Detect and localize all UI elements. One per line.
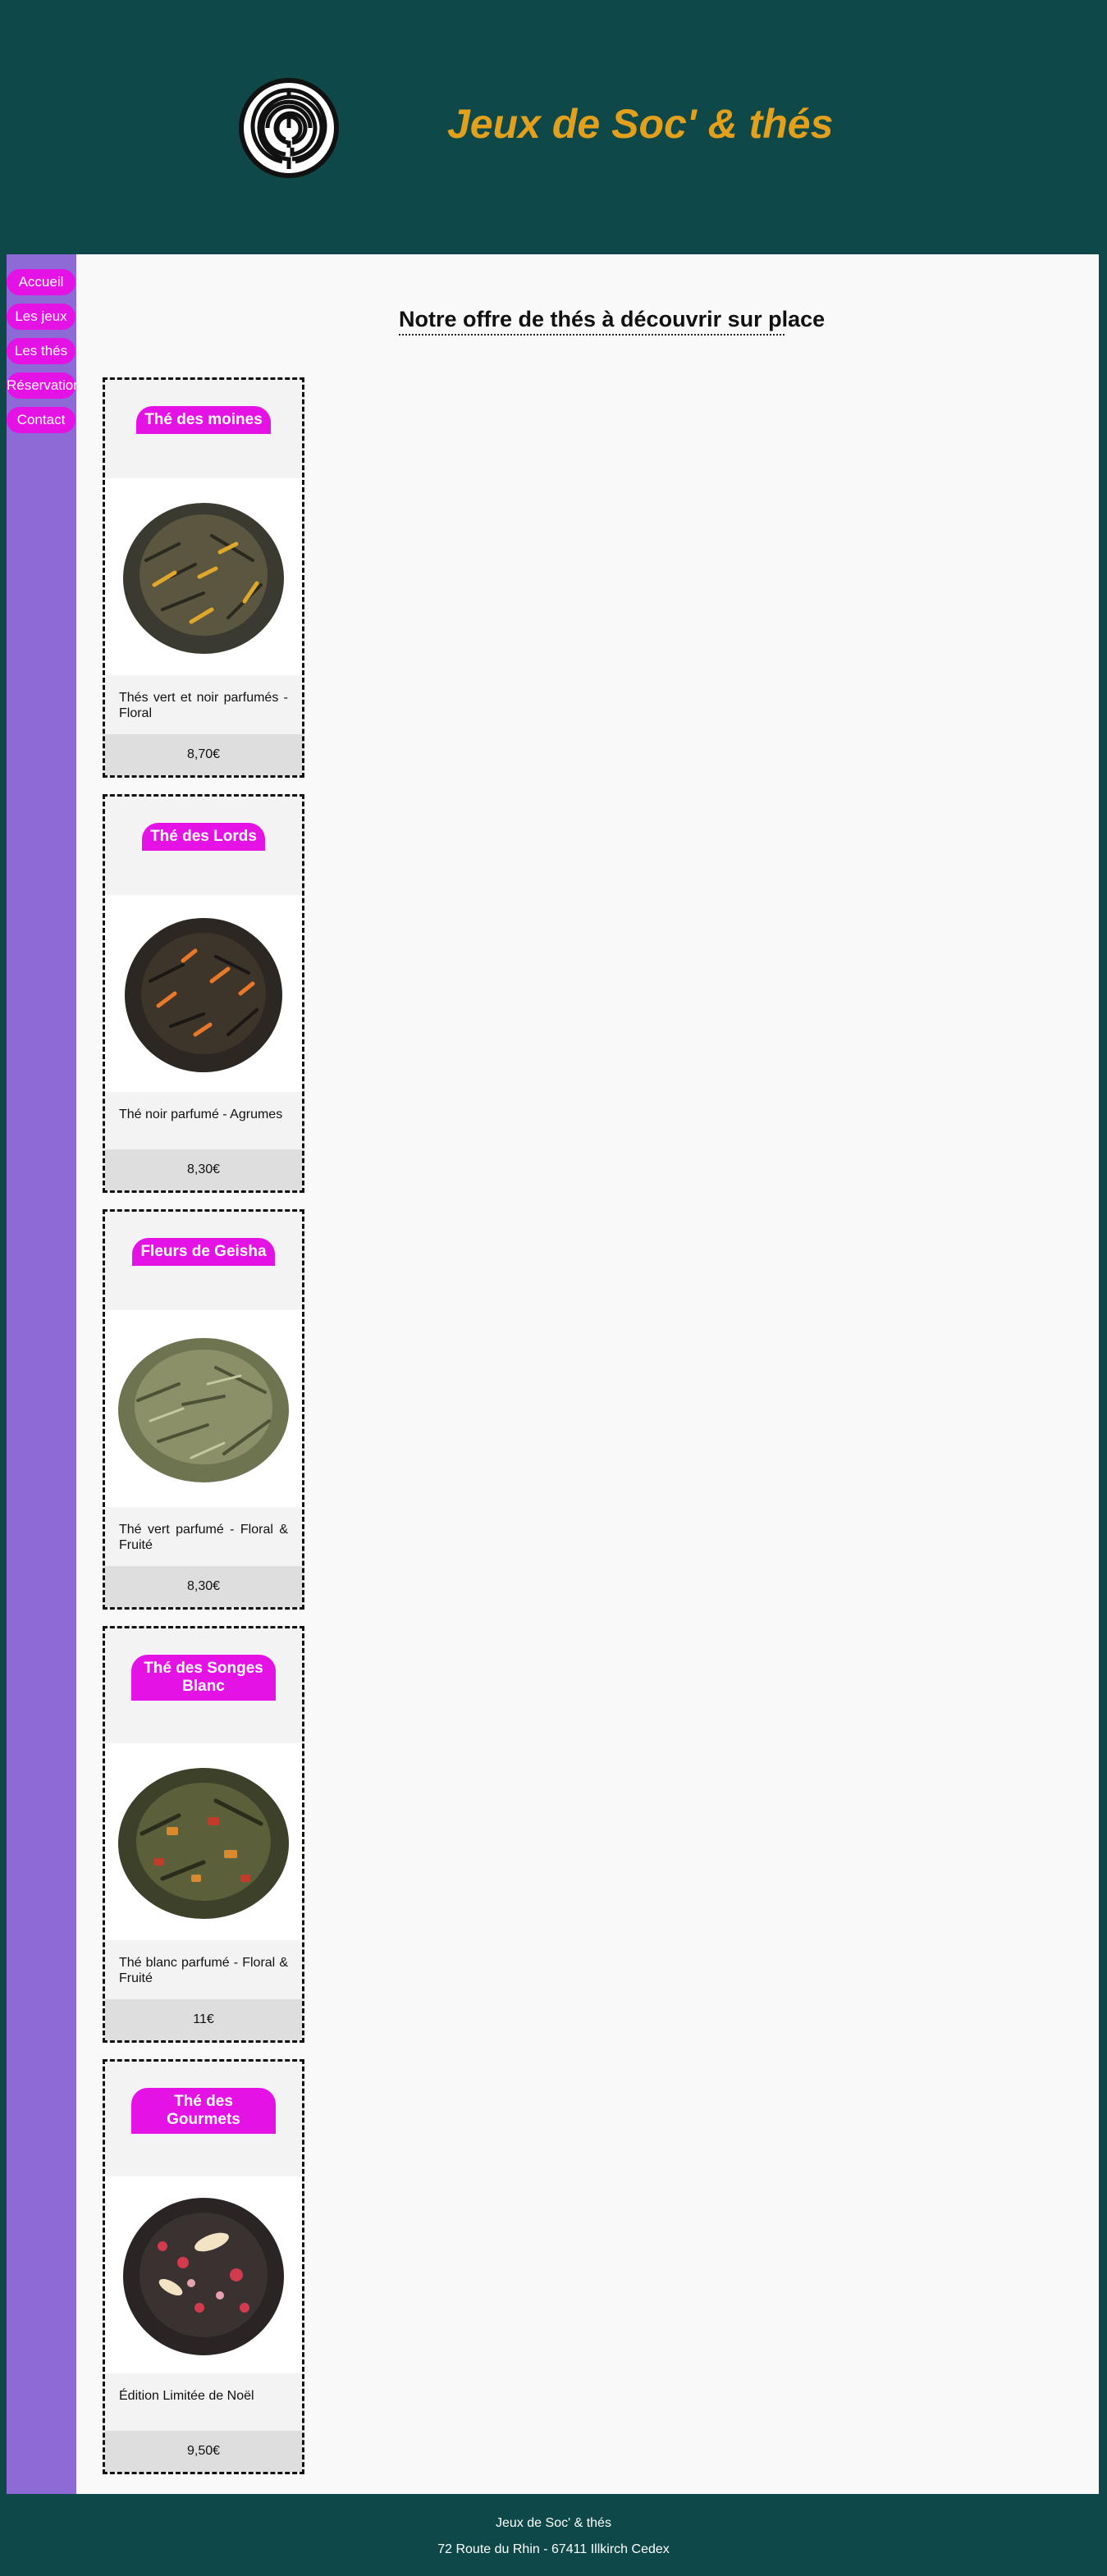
tea-card: Thé des Lords Thé noir parfumé - Agrumes… — [103, 794, 304, 1193]
nav-item-accueil[interactable]: Accueil — [7, 269, 75, 295]
nav-item-les-thes[interactable]: Les thés — [7, 338, 75, 364]
site-title: Jeux de Soc' & thés — [447, 101, 834, 147]
sidebar-nav: Accueil Les jeux Les thés Réservation Co… — [7, 254, 81, 2494]
labyrinth-logo-icon[interactable] — [238, 77, 340, 179]
tea-card-header: Fleurs de Geisha — [105, 1212, 302, 1310]
tea-description: Thé noir parfumé - Agrumes — [105, 1092, 302, 1149]
tea-description: Thés vert et noir parfumés - Floral — [105, 675, 302, 734]
footer-name: Jeux de Soc' & thés — [496, 2516, 611, 2530]
tea-price: 8,30€ — [105, 1566, 302, 1607]
tea-price: 8,30€ — [105, 1149, 302, 1190]
tea-image — [105, 1310, 302, 1507]
tea-name: Thé des Lords — [142, 823, 265, 851]
footer-address: 72 Route du Rhin - 67411 Illkirch Cedex — [437, 2542, 670, 2556]
tea-image — [105, 1743, 302, 1940]
tea-card: Thé des Gourmets Édition Limitée de Noël… — [103, 2059, 304, 2474]
tea-name: Fleurs de Geisha — [132, 1238, 275, 1266]
site-footer: Jeux de Soc' & thés 72 Route du Rhin - 6… — [0, 2494, 1107, 2576]
tea-name: Thé des Gourmets — [131, 2088, 276, 2134]
tea-name: Thé des Songes Blanc — [131, 1655, 276, 1701]
tea-image — [105, 895, 302, 1092]
tea-card-header: Thé des Lords — [105, 797, 302, 895]
nav-item-contact[interactable]: Contact — [7, 407, 75, 433]
nav-item-reservation[interactable]: Réservation — [7, 372, 81, 399]
nav-item-les-jeux[interactable]: Les jeux — [7, 304, 75, 330]
tea-image — [105, 478, 302, 675]
tea-card: Thé des Songes Blanc Thé blanc parfumé -… — [103, 1626, 304, 2043]
tea-description: Thé vert parfumé - Floral & Fruité — [105, 1507, 302, 1566]
tea-card-header: Thé des Songes Blanc — [105, 1628, 302, 1743]
tea-image — [105, 2176, 302, 2373]
tea-price: 11€ — [105, 1999, 302, 2040]
section-title: Notre offre de thés à découvrir sur plac… — [399, 307, 825, 336]
tea-card-list: Thé des moines Thés vert et noir parfumé… — [103, 377, 304, 2491]
tea-name: Thé des moines — [136, 406, 271, 434]
tea-card-header: Thé des Gourmets — [105, 2062, 302, 2176]
tea-price: 9,50€ — [105, 2431, 302, 2472]
main-content: Notre offre de thés à découvrir sur plac… — [76, 254, 1099, 2494]
tea-card: Fleurs de Geisha Thé vert parfumé - Flor… — [103, 1209, 304, 1610]
tea-card: Thé des moines Thés vert et noir parfumé… — [103, 377, 304, 778]
tea-card-header: Thé des moines — [105, 380, 302, 478]
tea-description: Thé blanc parfumé - Floral & Fruité — [105, 1940, 302, 1999]
tea-price: 8,70€ — [105, 734, 302, 775]
tea-description: Édition Limitée de Noël — [105, 2373, 302, 2431]
site-header: Jeux de Soc' & thés — [0, 0, 1107, 254]
